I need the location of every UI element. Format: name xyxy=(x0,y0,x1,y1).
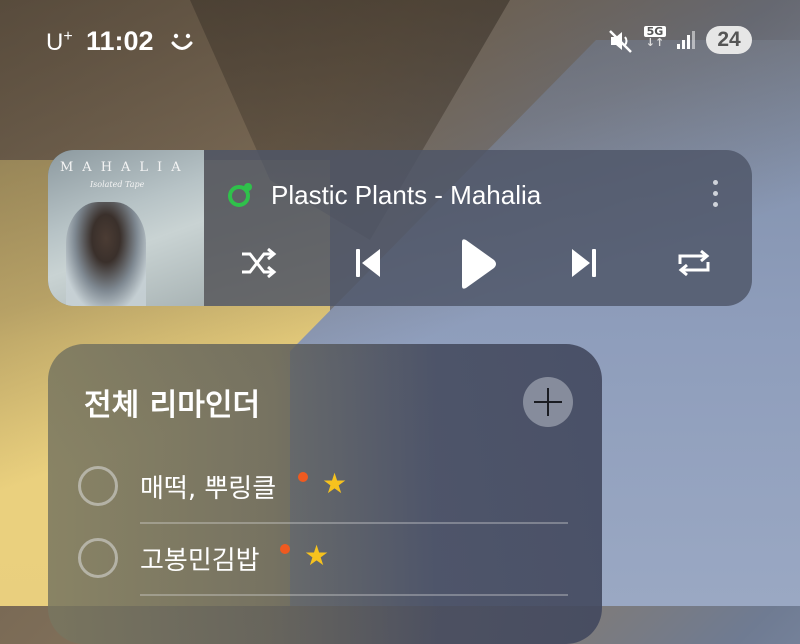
reminder-checkbox[interactable] xyxy=(78,466,118,506)
reminders-widget[interactable]: 전체 리마인더 매떡, 뿌링클 ★ 고봉민김밥 ★ xyxy=(48,344,602,644)
divider xyxy=(140,594,568,596)
reminder-checkbox[interactable] xyxy=(78,538,118,578)
clock: 11:02 xyxy=(86,26,154,56)
repeat-icon[interactable] xyxy=(674,242,714,290)
star-icon: ★ xyxy=(322,467,348,500)
reminder-item[interactable]: 매떡, 뿌링클 ★ xyxy=(78,466,568,532)
play-icon[interactable] xyxy=(456,236,500,296)
next-icon[interactable] xyxy=(568,242,600,290)
add-reminder-button[interactable] xyxy=(523,377,573,427)
album-artist-text: MAHALIA xyxy=(60,160,190,175)
album-figure xyxy=(66,202,146,306)
network-5g-icon: 5G ↓↑ xyxy=(644,25,666,49)
carrier-label: U+ xyxy=(46,28,73,56)
signal-strength-icon xyxy=(676,30,698,54)
priority-dot xyxy=(298,472,308,482)
reminders-title: 전체 리마인더 xyxy=(84,388,261,423)
music-app-icon xyxy=(228,183,252,207)
mute-icon xyxy=(608,28,634,58)
status-bar: U+ 11:02 5G ↓↑ 24 xyxy=(0,24,800,60)
song-title: Plastic Plants - Mahalia xyxy=(271,180,542,210)
reminder-label: 고봉민김밥 xyxy=(140,546,260,576)
divider xyxy=(140,522,568,524)
priority-dot xyxy=(280,544,290,554)
previous-icon[interactable] xyxy=(352,242,384,290)
music-player-widget[interactable]: MAHALIA Isolated Tape Plastic Plants - M… xyxy=(48,150,752,306)
album-art[interactable]: MAHALIA Isolated Tape xyxy=(48,150,204,306)
reminder-label: 매떡, 뿌링클 xyxy=(140,474,277,504)
shuffle-icon[interactable] xyxy=(238,242,278,290)
more-options-icon[interactable] xyxy=(712,180,720,214)
battery-indicator: 24 xyxy=(706,26,752,54)
star-icon: ★ xyxy=(304,539,330,572)
reminder-item[interactable]: 고봉민김밥 ★ xyxy=(78,538,568,604)
smile-icon xyxy=(170,28,194,60)
album-subtitle-text: Isolated Tape xyxy=(90,180,145,189)
